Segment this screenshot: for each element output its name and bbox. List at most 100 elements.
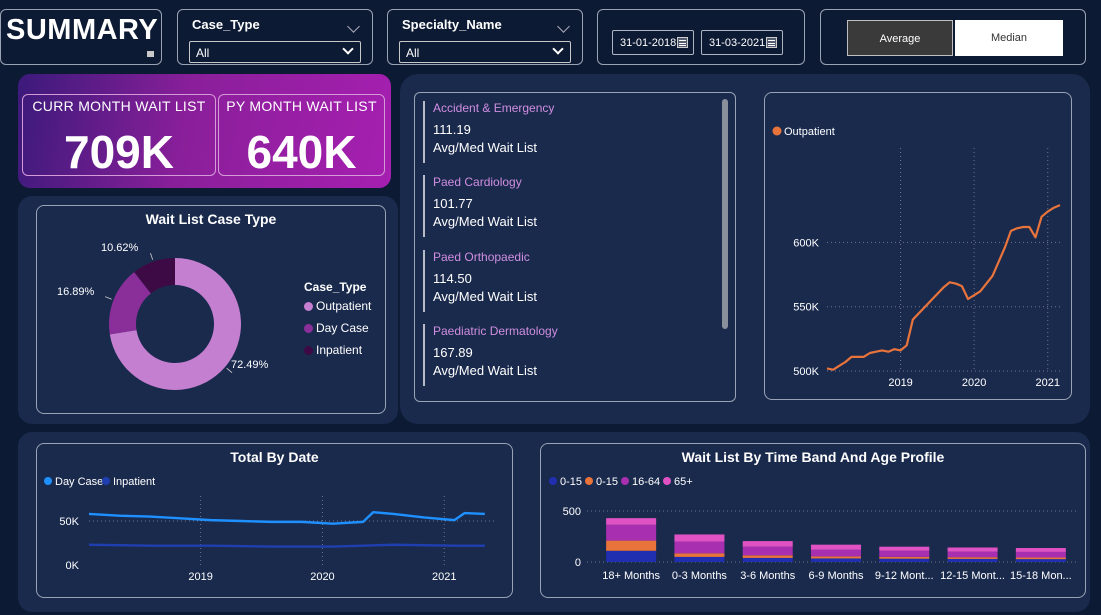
- y-tick-label: 50K: [59, 516, 79, 528]
- list-item[interactable]: Paediatric Dermatology 167.89 Avg/Med Wa…: [423, 324, 713, 386]
- chevron-down-icon: [552, 43, 564, 55]
- list-item[interactable]: Accident & Emergency 111.19 Avg/Med Wait…: [423, 101, 713, 163]
- outpatient-legend-label: Outpatient: [784, 126, 835, 138]
- time-band-age-chart: Wait List By Time Band And Age Profile 0…: [540, 443, 1086, 598]
- outpatient-trend-chart: Outpatient 500K 550K 600K 2019 2020 2021: [764, 92, 1072, 400]
- date-from-value: 31-01-2018: [620, 37, 677, 49]
- total-by-date-chart: Total By Date Day Case Inpatient 0K 50K 2019…: [36, 443, 513, 598]
- chevron-down-icon: [342, 43, 354, 55]
- legend-dot-icon: [304, 324, 313, 333]
- average-median-toggle: Average Median: [820, 9, 1086, 65]
- bar-segment: [811, 558, 861, 562]
- legend-dot-icon: [585, 477, 593, 485]
- bar-segment: [742, 557, 793, 562]
- y-tick-label: 0K: [66, 560, 80, 572]
- bar-segment: [674, 556, 725, 562]
- specialty-name: Accident & Emergency: [433, 101, 555, 115]
- calendar-icon[interactable]: [677, 37, 688, 48]
- summary-corner-mark: [147, 51, 154, 57]
- specialty-slicer-title: Specialty_Name: [402, 17, 502, 32]
- bar-segment: [674, 553, 725, 557]
- list-item[interactable]: Paed Cardiology 101.77 Avg/Med Wait List: [423, 175, 713, 237]
- day-case-series-line: [88, 510, 485, 525]
- curr-month-kpi-card: CURR MONTH WAIT LIST 709K: [22, 94, 216, 178]
- legend-dot-icon: [621, 477, 629, 485]
- case-type-dropdown[interactable]: All: [189, 41, 361, 63]
- legend-outpatient[interactable]: Outpatient: [304, 299, 371, 313]
- x-tick-label: 2019: [188, 571, 212, 583]
- py-month-kpi-label: PY MONTH WAIT LIST: [226, 98, 377, 114]
- legend-inpatient[interactable]: Inpatient: [304, 343, 362, 357]
- bar-segment: [742, 541, 793, 547]
- outpatient-line-svg: Outpatient 500K 550K 600K 2019 2020 2021: [772, 126, 1061, 389]
- average-button[interactable]: Average: [847, 20, 953, 56]
- total-by-date-svg: Day Case Inpatient 0K 50K 2019 2020 2021: [44, 476, 495, 583]
- specialty-value-label: Avg/Med Wait List: [433, 214, 538, 229]
- specialty-name: Paediatric Dermatology: [433, 324, 558, 338]
- curr-month-kpi-label: CURR MONTH WAIT LIST: [32, 98, 206, 114]
- x-tick-label: 6-9 Months: [808, 570, 864, 582]
- y-tick-label: 600K: [793, 237, 819, 249]
- date-to-input[interactable]: 31-03-2021: [701, 30, 783, 55]
- legend-outpatient-label: Outpatient: [316, 299, 372, 313]
- specialty-wait-list-card: Accident & Emergency 111.19 Avg/Med Wait…: [414, 92, 736, 402]
- bar-segment: [947, 557, 998, 559]
- list-item[interactable]: Paed Orthopaedic 114.50 Avg/Med Wait Lis…: [423, 250, 713, 312]
- bar-segment: [606, 518, 657, 525]
- x-tick-label: 2020: [310, 571, 334, 583]
- legend-day-case[interactable]: Day Case: [304, 321, 369, 335]
- outpatient-legend-dot-icon: [772, 126, 782, 136]
- legend-label: 16-64: [632, 476, 660, 488]
- date-to-value: 31-03-2021: [709, 37, 766, 49]
- x-tick-label: 3-6 Months: [740, 570, 796, 582]
- bar-segment: [811, 549, 861, 557]
- x-tick-label: 2020: [962, 377, 986, 389]
- y-tick-label: 550K: [793, 302, 819, 314]
- bar-segment: [606, 524, 657, 541]
- x-tick-label: 12-15 Mont...: [940, 570, 1005, 582]
- bar-segment: [879, 546, 930, 551]
- specialty-dropdown[interactable]: All: [399, 41, 571, 63]
- bar-segment: [606, 540, 657, 551]
- date-range-slicer: 31-01-2018 31-03-2021: [597, 9, 805, 65]
- bar-segment: [742, 546, 793, 556]
- legend-day-case-label: Day Case: [316, 321, 369, 335]
- legend-inpatient-label: Inpatient: [316, 343, 363, 357]
- legend-label: 0-15: [596, 476, 618, 488]
- curr-month-kpi-value: 709K: [64, 126, 174, 178]
- inpatient-series-line: [88, 543, 485, 548]
- kpi-panel: CURR MONTH WAIT LIST 709K PY MONTH WAIT …: [18, 74, 391, 188]
- legend-dot-icon: [304, 302, 313, 311]
- page-title: SUMMARY: [6, 14, 159, 46]
- bar-segment: [674, 541, 725, 554]
- date-from-input[interactable]: 31-01-2018: [612, 30, 694, 55]
- legend-dot-icon: [663, 477, 671, 485]
- donut-data-label: 72.49%: [231, 359, 269, 371]
- x-tick-label: 2019: [888, 377, 912, 389]
- bar-segment: [1015, 557, 1066, 560]
- x-tick-label: 0-3 Months: [672, 570, 728, 582]
- bar-segment: [879, 558, 930, 562]
- specialty-name: Paed Orthopaedic: [433, 250, 530, 264]
- donut-data-label: 16.89%: [57, 286, 95, 298]
- list-scrollbar[interactable]: [722, 99, 728, 329]
- specialty-name: Paed Cardiology: [433, 175, 522, 189]
- outpatient-series-line: [826, 204, 1061, 371]
- bar-segment: [1015, 548, 1066, 552]
- calendar-icon[interactable]: [766, 37, 777, 48]
- bar-segment: [879, 556, 930, 559]
- py-month-kpi-card: PY MONTH WAIT LIST 640K: [218, 94, 385, 178]
- bar-segment: [1015, 551, 1066, 558]
- bar-segment: [811, 556, 861, 559]
- case-type-slicer: Case_Type All: [177, 9, 373, 65]
- specialty-dropdown-value: All: [406, 46, 420, 60]
- legend-label: 65+: [674, 476, 693, 488]
- x-tick-label: 2021: [1035, 377, 1059, 389]
- chevron-down-icon[interactable]: [557, 20, 570, 33]
- legend-label: Day Case: [55, 476, 103, 488]
- median-button[interactable]: Median: [955, 20, 1063, 56]
- case-type-dropdown-value: All: [196, 46, 210, 60]
- legend-dot-icon: [304, 346, 313, 355]
- bar-segment: [742, 555, 793, 558]
- chevron-down-icon[interactable]: [347, 20, 360, 33]
